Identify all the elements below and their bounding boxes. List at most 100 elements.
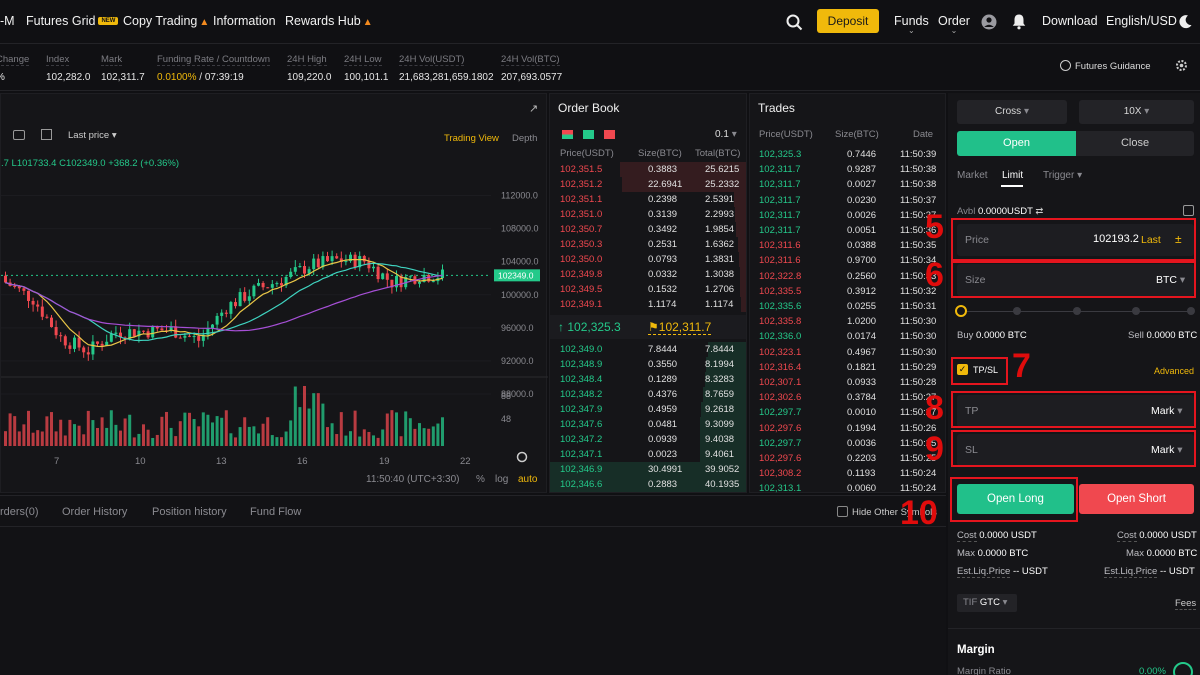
tab-order-history[interactable]: Order History [62,506,127,518]
fees-link[interactable]: Fees [1175,598,1197,610]
close-tab[interactable]: Close [1076,131,1194,156]
bid-row[interactable]: 102,346.9 30.4991 39.9052 [550,462,746,477]
ask-row[interactable]: 102,351.0 0.3139 2.2993 [550,207,746,222]
size-cell: 7.8444 [648,344,678,355]
bid-row[interactable]: 102,347.6 0.0481 9.3099 [550,417,746,432]
trade-price: 102,335.8 [759,316,802,328]
volume-bar [312,393,316,446]
auto-scale-toggle[interactable]: auto [518,474,537,485]
volume-tick: 48 [501,414,511,424]
ask-row[interactable]: 102,349.5 0.1532 1.2706 [550,282,746,297]
tick-size-selector[interactable]: 0.1 ▾ [715,129,737,140]
bid-row[interactable]: 102,347.1 0.0023 9.4061 [550,447,746,462]
leverage-selector[interactable]: 10X ▾ [1079,100,1194,124]
candle-body [183,335,187,338]
depth-tab[interactable]: Depth [512,133,537,144]
nav-information[interactable]: Information [213,14,276,28]
bell-icon[interactable] [1011,13,1027,30]
volume-bar [109,410,113,446]
bid-row[interactable]: 102,348.2 0.4376 8.7659 [550,387,746,402]
total-cell: 1.3831 [705,254,735,265]
slider-step-50[interactable] [1073,307,1081,315]
indicator-icon[interactable] [41,129,52,140]
date-tick: 16 [297,456,308,467]
trade-row: 102,335.8 1.0200 11:50:30 [750,314,946,329]
bid-row[interactable]: 102,346.6 0.2883 40.1935 [550,477,746,492]
tab-open-orders[interactable]: rders(0) [0,506,39,518]
language-selector[interactable]: English/USD [1106,14,1177,28]
ask-row[interactable]: 102,350.3 0.2531 1.6362 [550,237,746,252]
dark-mode-icon[interactable] [1178,14,1193,29]
ticker-label: 24H Vol(USDT) [399,54,465,66]
book-bids-icon[interactable] [583,130,594,139]
search-icon[interactable] [786,14,803,31]
ask-row[interactable]: 102,351.2 22.6941 25.2332 [550,177,746,192]
ask-row[interactable]: 102,351.5 0.3883 25.6215 [550,162,746,177]
slider-step-75[interactable] [1132,307,1140,315]
trading-view-tab[interactable]: Trading View [444,133,499,144]
slider-step-25[interactable] [1013,307,1021,315]
candle-body [316,258,320,268]
book-asks-icon[interactable] [604,130,615,139]
nav-rewards-hub[interactable]: Rewards Hub ▲ [285,14,373,28]
hide-other-checkbox[interactable] [837,506,848,517]
trade-price: 102,313.1 [759,483,802,495]
ask-row[interactable]: 102,350.7 0.3492 1.9854 [550,222,746,237]
bid-row[interactable]: 102,348.4 0.1289 8.3283 [550,372,746,387]
ask-row[interactable]: 102,349.1 1.1174 1.1174 [550,297,746,312]
deposit-button[interactable]: Deposit [817,9,879,33]
nav-order[interactable]: Order ⌄ [938,14,970,35]
slider-step-100[interactable] [1187,307,1195,315]
candlestick-chart[interactable]: 112000.0 108000.0 104000.0 100000.0 96000.0 9… [1,164,548,474]
order-type-limit[interactable]: Limit [1002,170,1023,181]
ask-row[interactable]: 102,351.1 0.2398 2.5391 [550,192,746,207]
order-type-market[interactable]: Market [957,170,988,181]
advanced-link[interactable]: Advanced [1154,366,1194,376]
bid-row[interactable]: 102,348.9 0.3550 8.1994 [550,357,746,372]
nav-copy-trading[interactable]: Copy Trading ▲ [123,14,209,28]
percent-scale-toggle[interactable]: % [476,474,485,485]
price-cell: 102,351.1 [560,194,603,205]
order-type-trigger[interactable]: Trigger ▾ [1043,170,1082,181]
trade-row: 102,302.6 0.3784 11:50:27 [750,390,946,405]
chart-settings-icon[interactable] [516,451,528,463]
last-price-dropdown[interactable]: Last price ▾ [68,130,117,141]
log-scale-toggle[interactable]: log [495,474,508,485]
bid-row[interactable]: 102,347.2 0.0939 9.4038 [550,432,746,447]
bid-row[interactable]: 102,349.0 7.8444 7.8444 [550,342,746,357]
trade-size: 1.0200 [847,316,877,328]
nav-funds[interactable]: Funds ⌄ [894,14,929,35]
transfer-icon[interactable]: ⇄ [1035,206,1043,217]
tab-fund-flow[interactable]: Fund Flow [250,506,301,518]
depth-bar [734,192,746,207]
nav-futures-grid[interactable]: Futures Grid NEW [26,14,119,28]
trade-price: 102,311.7 [759,209,801,221]
price-tick: 96000.0 [501,323,534,333]
margin-gauge-icon [1173,662,1193,675]
settings-icon[interactable] [1175,59,1188,72]
user-icon[interactable] [981,14,997,30]
open-short-button[interactable]: Open Short [1079,484,1194,514]
size-cell: 0.3550 [648,359,678,370]
volume-bar [27,410,30,446]
ask-row[interactable]: 102,349.8 0.0332 1.3038 [550,267,746,282]
ask-row[interactable]: 102,350.0 0.0793 1.3831 [550,252,746,267]
camera-icon[interactable] [13,130,25,140]
size-slider-handle[interactable] [955,305,967,317]
tif-selector[interactable]: TIF GTC ▾ [957,594,1017,612]
calculator-icon[interactable] [1183,205,1194,216]
margin-mode-selector[interactable]: Cross ▾ [957,100,1067,124]
futures-guidance-link[interactable]: Futures Guidance [1060,60,1151,72]
book-both-icon[interactable] [562,130,573,139]
trigger-label: Trigger [1043,170,1075,181]
fullscreen-icon[interactable]: ↗ [529,102,538,115]
candle-body [376,266,380,280]
tab-position-history[interactable]: Position history [152,506,227,518]
volume-bar [31,432,35,446]
nav-download[interactable]: Download [1042,14,1098,28]
bid-row[interactable]: 102,347.9 0.4959 9.2618 [550,402,746,417]
open-tab[interactable]: Open [957,131,1076,156]
volume-bar [330,423,334,446]
date-tick: 13 [216,456,227,467]
nav-product[interactable]: -M [0,14,15,28]
